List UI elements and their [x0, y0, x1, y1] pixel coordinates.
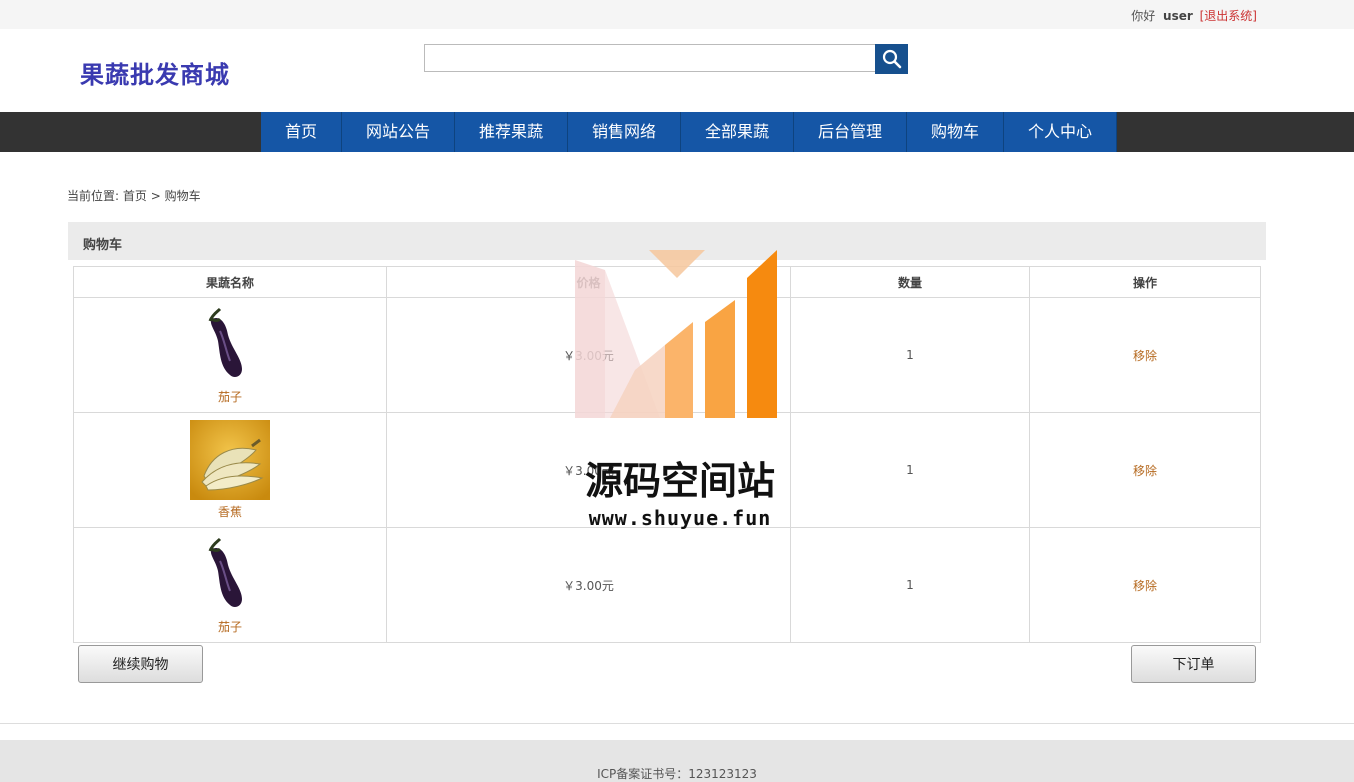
nav-item-sales-network[interactable]: 销售网络 [568, 112, 681, 152]
main-nav: 首页 网站公告 推荐果蔬 销售网络 全部果蔬 后台管理 购物车 个人中心 [0, 112, 1354, 152]
footer: ICP备案证书号：123123123 [0, 740, 1354, 782]
nav-item-profile[interactable]: 个人中心 [1004, 112, 1117, 152]
col-name: 果蔬名称 [73, 266, 387, 298]
nav-item-notice[interactable]: 网站公告 [342, 112, 455, 152]
search-bar [424, 44, 908, 74]
qty-cell: 1 [790, 527, 1030, 643]
cart-panel-header: 购物车 [68, 222, 1266, 260]
table-row: 香蕉 ￥3.00元 1 移除 [73, 412, 1261, 528]
price-cell: ￥3.00元 [386, 297, 791, 413]
remove-link[interactable]: 移除 [1133, 349, 1157, 363]
table-row: 茄子 ￥3.00元 1 移除 [73, 297, 1261, 413]
eggplant-image[interactable] [190, 535, 270, 615]
col-price: 价格 [386, 266, 791, 298]
cart-table: 果蔬名称 价格 数量 操作 茄子 ￥3.00元 1 移除 香蕉 ￥3.00元 1… [73, 266, 1261, 643]
product-cell: 茄子 [73, 297, 387, 413]
product-name[interactable]: 香蕉 [75, 503, 385, 520]
panel-title: 购物车 [83, 238, 123, 253]
remove-link[interactable]: 移除 [1133, 464, 1157, 478]
breadcrumb-separator: > [150, 189, 161, 203]
breadcrumb-current: 购物车 [164, 189, 201, 203]
search-button[interactable] [875, 44, 908, 74]
user-info: 你好 user [退出系统] [1131, 7, 1257, 24]
breadcrumb-home[interactable]: 首页 [123, 189, 147, 203]
remove-link[interactable]: 移除 [1133, 579, 1157, 593]
header: 果蔬批发商城 [0, 29, 1354, 112]
top-bar: 你好 user [退出系统] [0, 0, 1354, 29]
breadcrumb: 当前位置: 首页 > 购物车 [67, 187, 201, 204]
username: user [1163, 9, 1193, 23]
qty-cell: 1 [790, 297, 1030, 413]
action-cell: 移除 [1029, 527, 1261, 643]
product-name[interactable]: 茄子 [75, 618, 385, 635]
product-cell: 香蕉 [73, 412, 387, 528]
col-action: 操作 [1029, 266, 1261, 298]
banana-image[interactable] [190, 420, 270, 500]
action-cell: 移除 [1029, 297, 1261, 413]
table-row: 茄子 ￥3.00元 1 移除 [73, 527, 1261, 643]
site-logo[interactable]: 果蔬批发商城 [80, 55, 230, 90]
nav-item-recommend[interactable]: 推荐果蔬 [455, 112, 568, 152]
col-qty: 数量 [790, 266, 1030, 298]
nav-item-all-products[interactable]: 全部果蔬 [681, 112, 794, 152]
logout-link[interactable]: [退出系统] [1200, 9, 1257, 23]
search-input[interactable] [424, 44, 876, 72]
eggplant-image[interactable] [190, 305, 270, 385]
nav-item-home[interactable]: 首页 [261, 112, 342, 152]
table-header-row: 果蔬名称 价格 数量 操作 [73, 266, 1261, 298]
breadcrumb-prefix: 当前位置: [67, 189, 120, 203]
price-cell: ￥3.00元 [386, 527, 791, 643]
icp-number: ICP备案证书号：123123123 [597, 767, 757, 781]
footer-divider [0, 723, 1354, 724]
continue-shopping-button[interactable]: 继续购物 [78, 645, 203, 683]
place-order-button[interactable]: 下订单 [1131, 645, 1256, 683]
price-cell: ￥3.00元 [386, 412, 791, 528]
search-icon [882, 49, 901, 69]
nav-item-cart[interactable]: 购物车 [907, 112, 1004, 152]
action-cell: 移除 [1029, 412, 1261, 528]
qty-cell: 1 [790, 412, 1030, 528]
product-cell: 茄子 [73, 527, 387, 643]
product-name[interactable]: 茄子 [75, 388, 385, 405]
greeting: 你好 [1131, 9, 1156, 23]
nav-item-admin[interactable]: 后台管理 [794, 112, 907, 152]
